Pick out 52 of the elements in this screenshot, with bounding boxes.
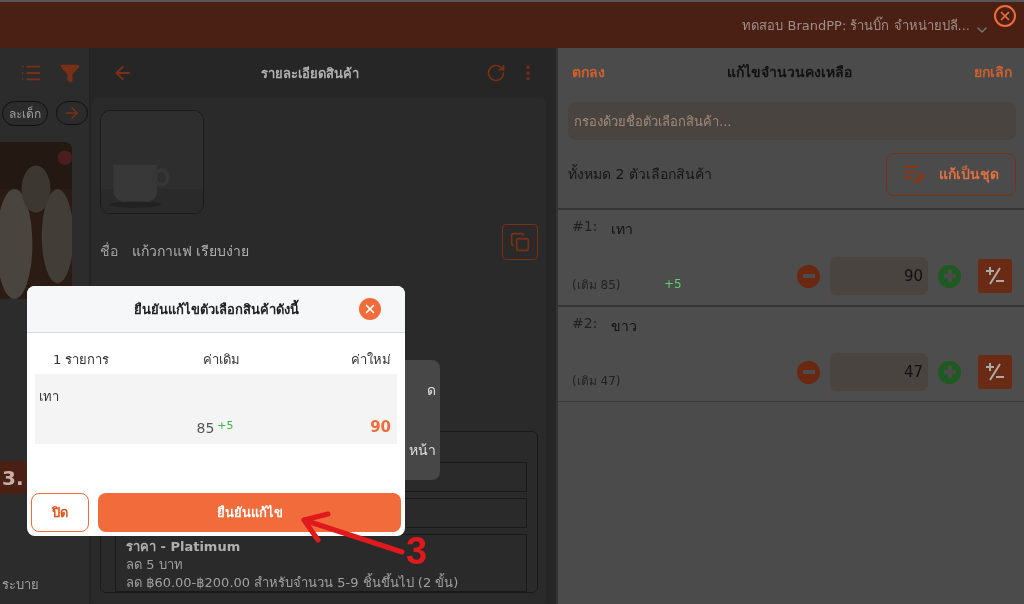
refresh-icon[interactable] [486, 63, 506, 83]
plus-icon [943, 366, 956, 378]
plus-minus-icon [984, 265, 1006, 287]
quantity-field[interactable]: 90 [830, 257, 928, 295]
increase-button[interactable] [938, 264, 961, 288]
stock-change: +5 [664, 277, 683, 291]
close-button[interactable]: ปิด [31, 493, 89, 532]
discount-text: ลด ฿60.00-฿200.00 สำหรับจำนวน 5-9 ชิ้นขึ้นไป (2 ขั้น) [126, 575, 459, 591]
product-caption: ระบาย [1, 576, 40, 594]
detail-title: รายละเอียดสินค้า [260, 64, 360, 83]
edit-list-icon [903, 165, 925, 183]
arrow-right-icon [63, 104, 81, 122]
adjust-button[interactable] [978, 355, 1012, 389]
confirm-button[interactable]: ยืนยันแก้ไข [98, 493, 401, 532]
column-header: 1 รายการ [53, 351, 111, 369]
column-header: ค่าเดิม [202, 351, 242, 369]
close-icon[interactable] [994, 5, 1016, 27]
quantity-field[interactable]: 47 [830, 353, 928, 391]
price-badge: 3. [0, 461, 30, 494]
copy-button[interactable] [502, 224, 538, 260]
dialog-title: ยืนยันแก้ไขตัวเลือกสินค้าดังนี้ [133, 298, 299, 319]
column-header: ค่าใหม่ [350, 351, 391, 369]
menu-item[interactable]: ด [427, 379, 436, 401]
filter-icon[interactable] [60, 63, 80, 83]
discount-text: ลด 5 บาท [126, 557, 183, 573]
menu-item[interactable]: หน้า [409, 439, 436, 461]
filter-field[interactable]: กรองด้วยชื่อตัวเลือกสินค้า... [568, 102, 1016, 140]
name-label: ชื่อ [100, 241, 118, 261]
cancel-link[interactable]: ยกเลิก [974, 61, 1012, 83]
shop-name[interactable]: ทดสอบ BrandPP: ร้านบิ๊ก จำหน่ายปลี... [742, 14, 970, 36]
increase-button[interactable] [938, 360, 961, 384]
step-number: 3 [406, 532, 428, 570]
dialog-close-button[interactable] [359, 298, 381, 320]
panel-title: แก้ไขจำนวนคงเหลือ [727, 63, 852, 82]
decrease-button[interactable] [797, 360, 820, 384]
minus-icon [802, 370, 815, 374]
close-icon [363, 302, 377, 316]
plus-icon [943, 270, 956, 282]
variant-name: เทา [611, 220, 634, 239]
product-name: แก้วกาแฟ เรียบง่าย [132, 242, 251, 261]
price-title: ราคา - Platimum [126, 539, 241, 555]
decrease-button[interactable] [797, 264, 820, 288]
variant-name: ขาว [611, 317, 638, 336]
confirm-link[interactable]: ตกลง [572, 61, 605, 83]
batch-edit-button[interactable]: แก้เป็นชุด [886, 152, 1016, 196]
old-value: 85 $^{+5}$ [195, 419, 235, 436]
copy-icon [510, 232, 530, 252]
minus-icon [802, 274, 815, 278]
variant-name: เทา [39, 388, 60, 406]
plus-minus-icon [984, 361, 1006, 383]
adjust-button[interactable] [978, 259, 1012, 293]
new-value: 90 [369, 418, 391, 436]
